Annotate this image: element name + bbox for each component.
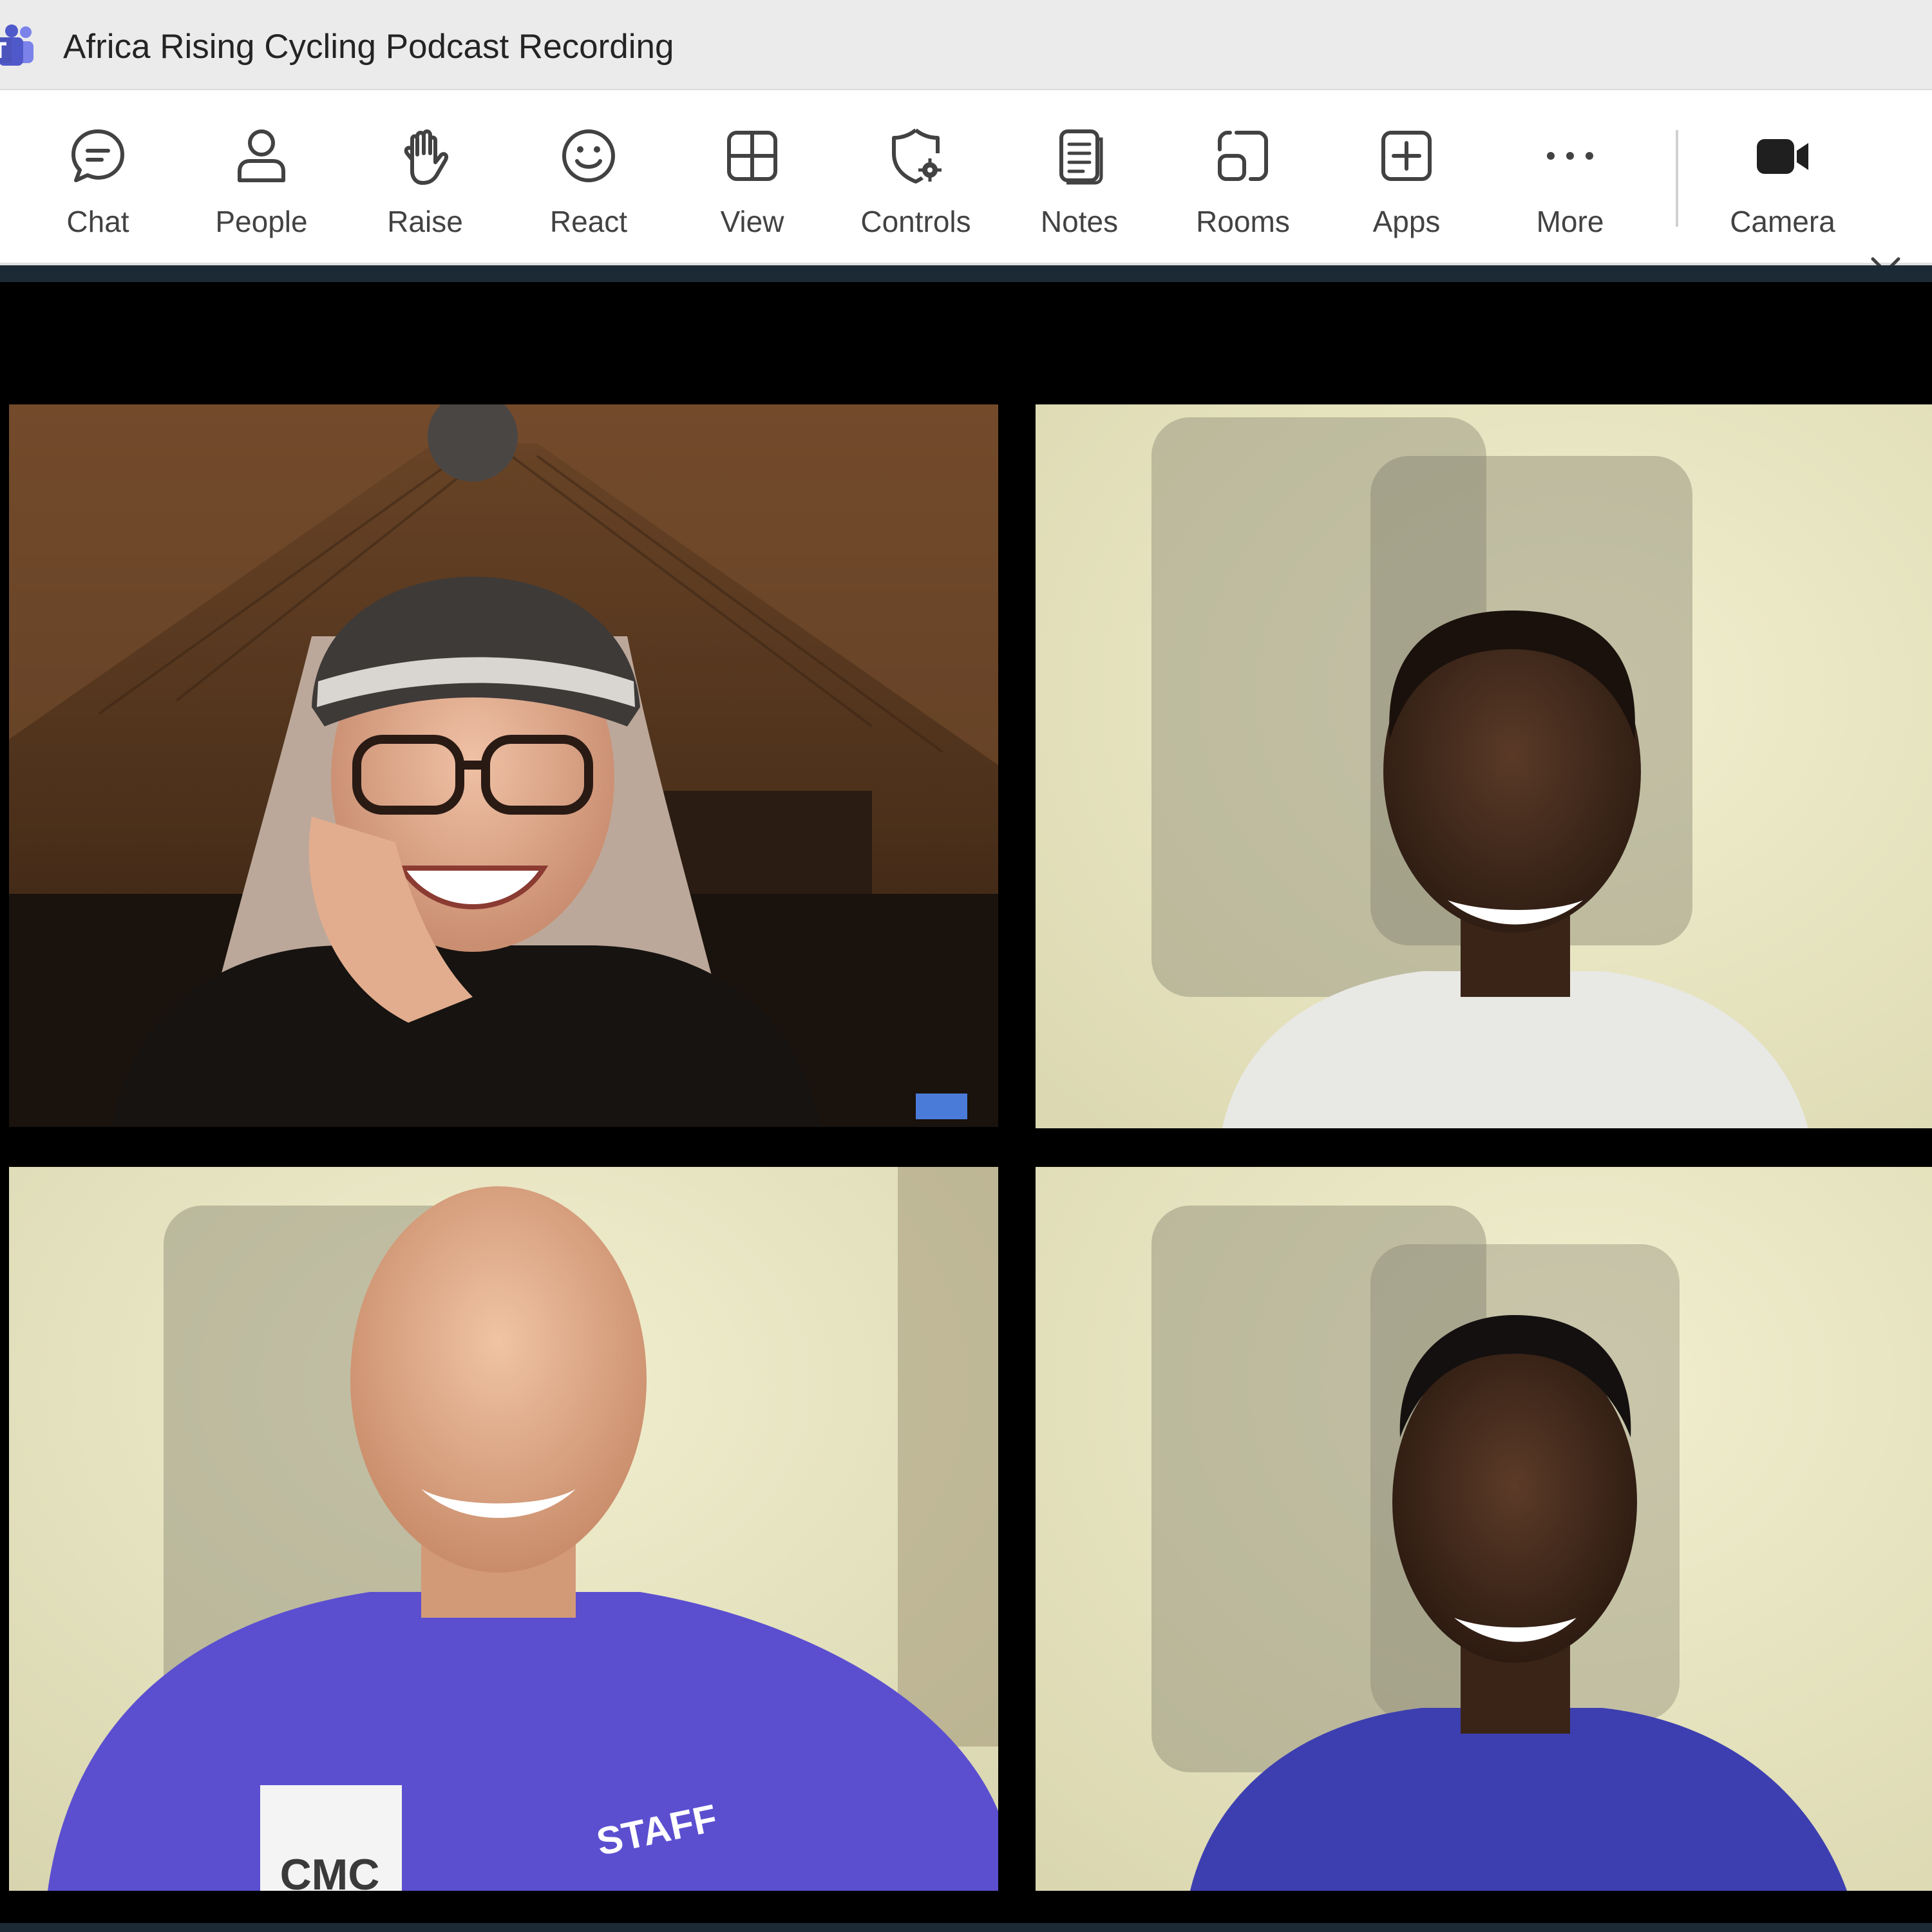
meeting-toolbar: Chat People Raise React View Controls No… [0, 90, 1932, 274]
rooms-label: Rooms [1196, 205, 1290, 238]
chat-icon [66, 124, 130, 188]
video-tile-1[interactable] [9, 404, 998, 1127]
video-tile-4[interactable] [1036, 1167, 1932, 1891]
more-label: More [1536, 205, 1604, 238]
raise-label: Raise [387, 205, 463, 238]
teams-logo-icon [0, 24, 35, 67]
toolbar-divider [1676, 130, 1678, 227]
view-button[interactable]: View [675, 90, 829, 265]
controls-button[interactable]: Controls [838, 90, 993, 265]
people-button[interactable]: People [184, 90, 339, 265]
notes-label: Notes [1040, 205, 1119, 238]
camera-label: Camera [1730, 205, 1835, 238]
rooms-icon [1211, 124, 1275, 188]
video-stage: CMC STAFF [0, 282, 1932, 1932]
chat-label: Chat [66, 205, 129, 238]
video-tile-3[interactable] [9, 1167, 998, 1891]
react-smiley-icon [556, 124, 621, 188]
title-bar: Africa Rising Cycling Podcast Recording [0, 0, 1932, 90]
more-ellipsis-icon [1538, 124, 1602, 188]
apps-button[interactable]: Apps [1329, 90, 1484, 265]
video-tile-2[interactable] [1036, 404, 1932, 1128]
apps-label: Apps [1372, 205, 1441, 238]
notes-button[interactable]: Notes [1002, 90, 1157, 265]
camera-button[interactable]: Camera [1705, 90, 1860, 265]
raise-hand-button[interactable]: Raise [348, 90, 502, 265]
shirt-text-cmc: CMC [279, 1850, 380, 1899]
notes-icon [1047, 124, 1112, 188]
people-icon [229, 124, 294, 188]
react-label: React [549, 205, 628, 238]
view-grid-icon [720, 124, 784, 188]
stage-bottom-edge [0, 1923, 1932, 1932]
chat-button[interactable]: Chat [21, 90, 175, 265]
stage-top-edge [0, 265, 1932, 282]
apps-plus-icon [1374, 124, 1439, 188]
raise-hand-icon [393, 124, 457, 188]
controls-shield-icon [884, 124, 948, 188]
rooms-button[interactable]: Rooms [1166, 90, 1320, 265]
people-label: People [215, 205, 308, 238]
more-button[interactable]: More [1493, 90, 1647, 265]
view-label: View [720, 205, 784, 238]
controls-label: Controls [860, 205, 971, 238]
camera-icon [1750, 124, 1815, 188]
react-button[interactable]: React [511, 90, 666, 265]
meeting-title: Africa Rising Cycling Podcast Recording [63, 28, 674, 66]
